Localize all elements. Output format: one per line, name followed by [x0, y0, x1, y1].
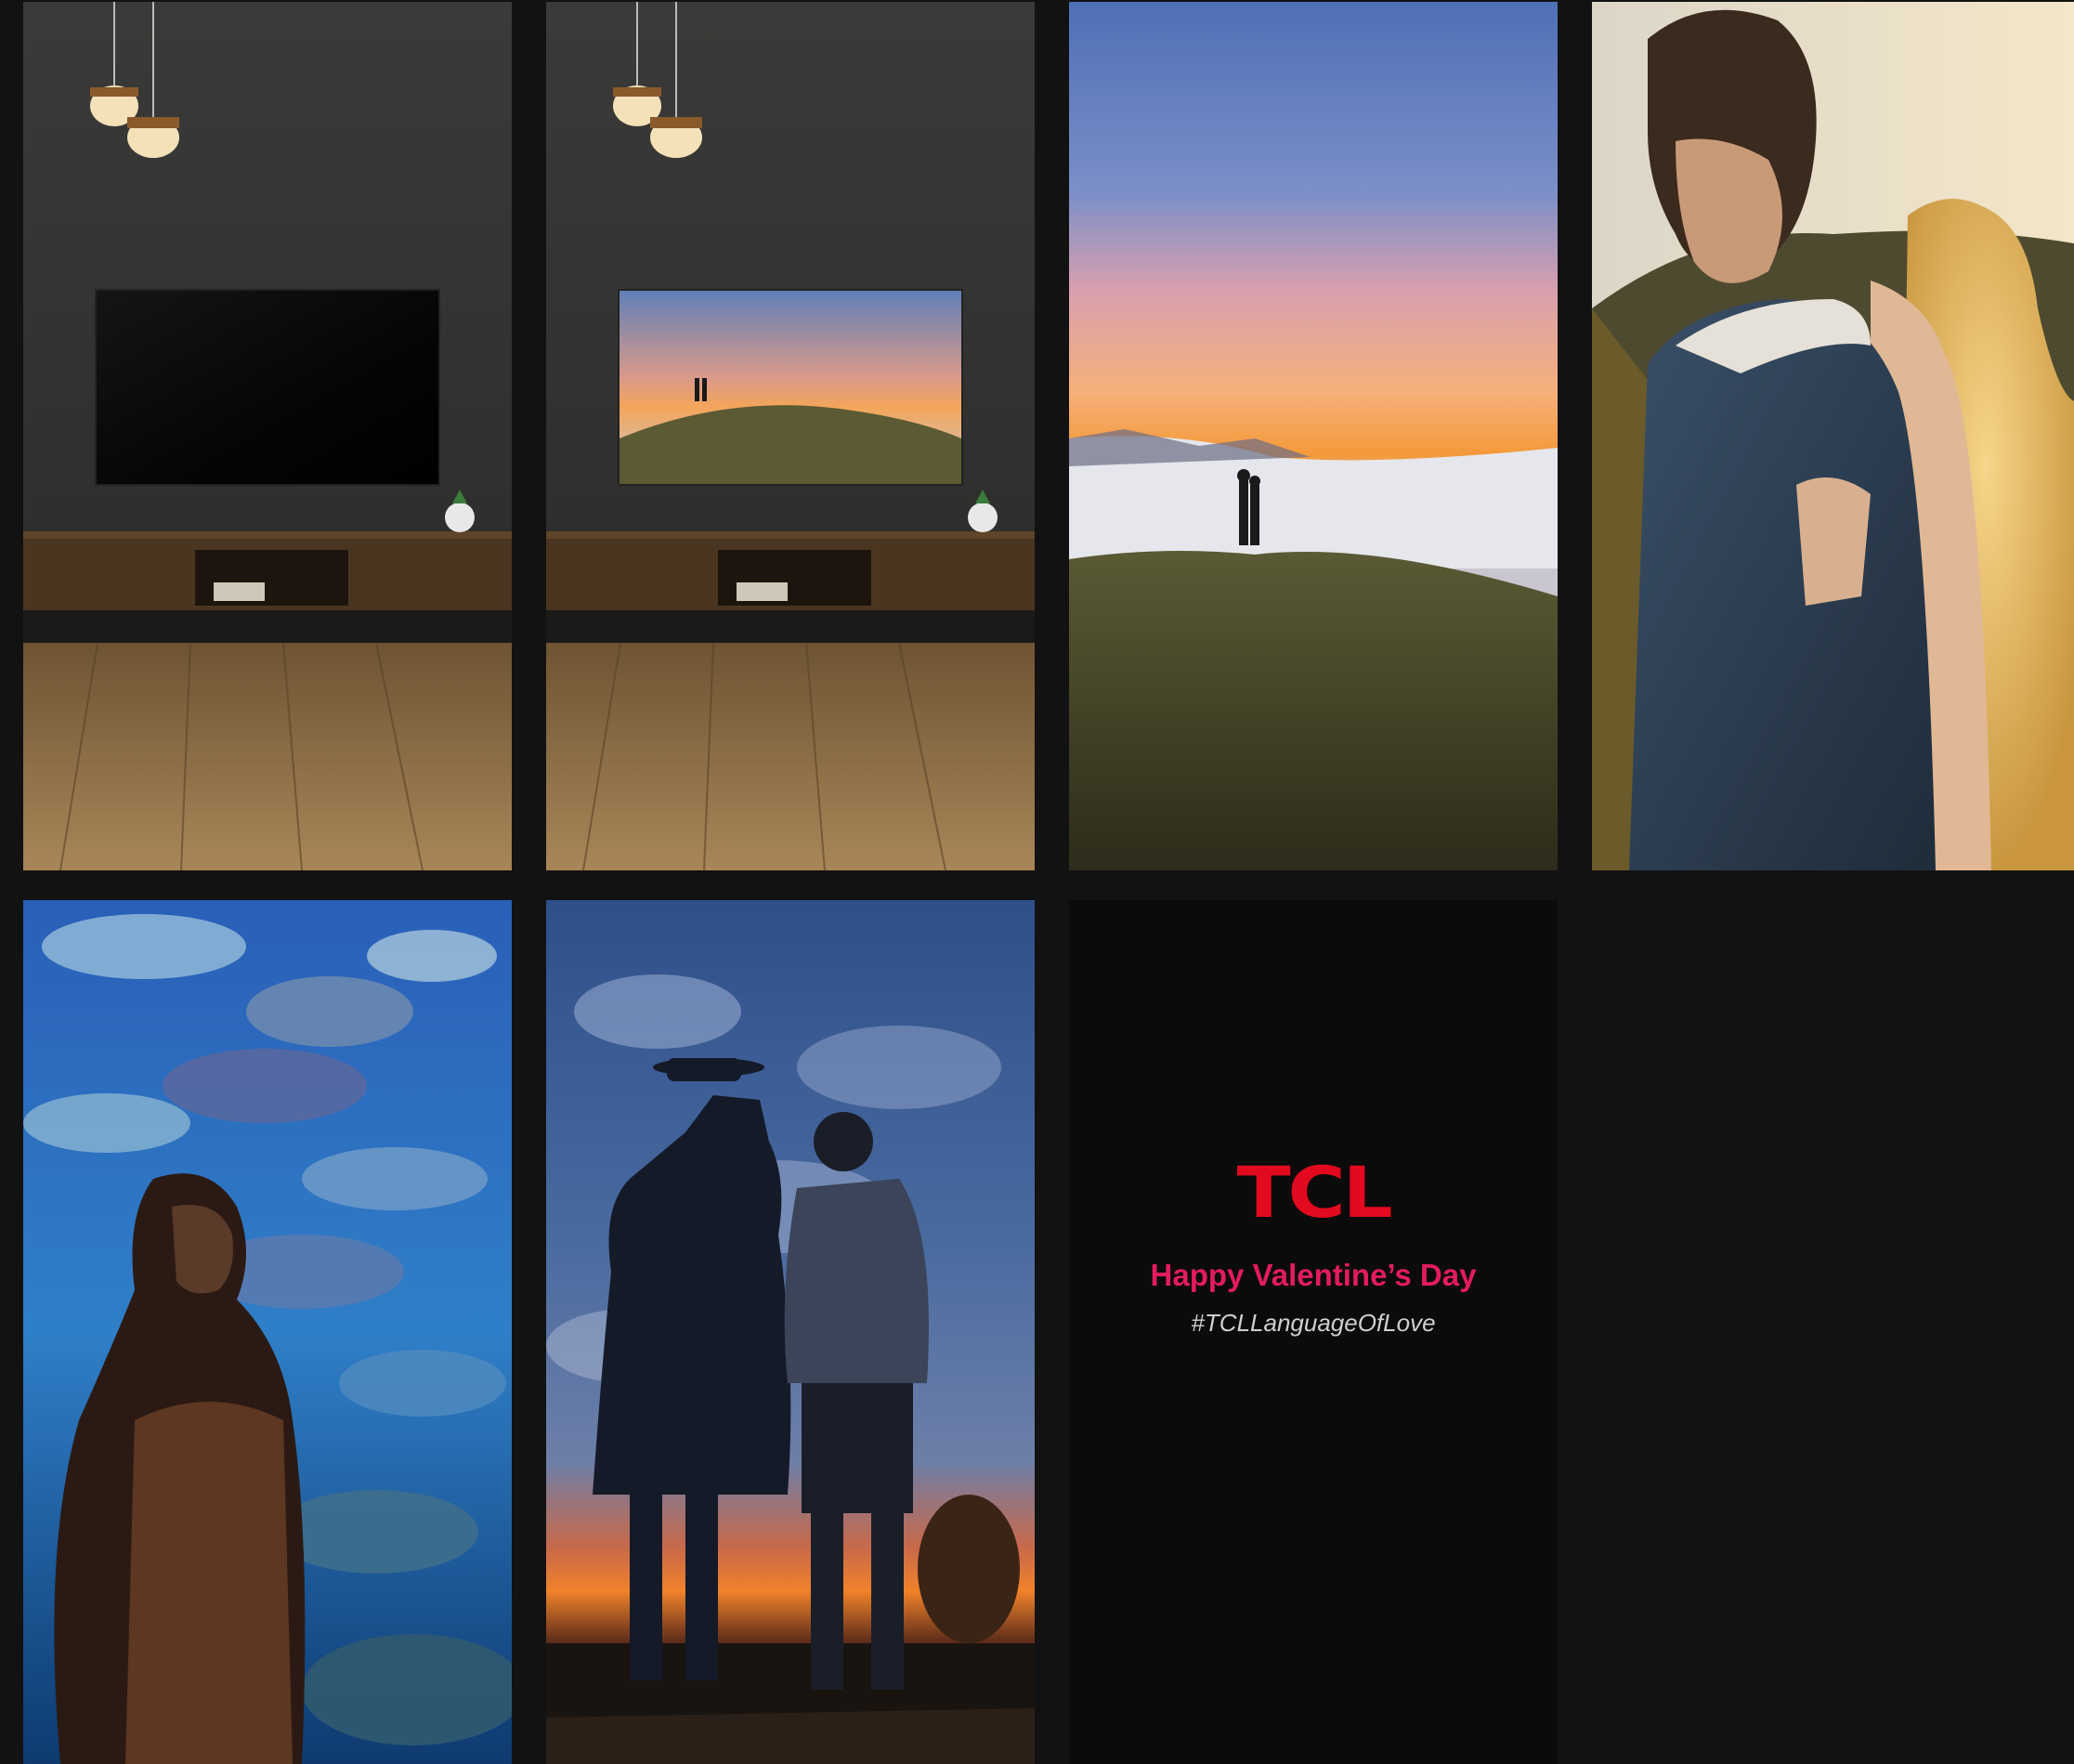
valentine-greeting: Happy Valentine’s Day	[1150, 1258, 1477, 1292]
living-room-tv-on-image	[546, 2, 1035, 870]
hashtag: #TCLLanguageOfLove	[1191, 1309, 1436, 1337]
valentine-card[interactable]: TCL Happy Valentine’s Day #TCLLanguageOf…	[1069, 900, 1558, 1764]
couple-above-clouds-image	[1069, 2, 1558, 870]
couple-silhouette-sunset-photo[interactable]	[546, 900, 1035, 1764]
couple-silhouette-sunset-image	[546, 900, 1035, 1764]
woman-aquarium-image	[23, 900, 512, 1764]
embracing-couple-sunset-photo[interactable]	[1592, 2, 2074, 870]
couple-above-clouds-photo[interactable]	[1069, 2, 1558, 870]
living-room-tv-off-photo[interactable]	[23, 2, 512, 870]
woman-aquarium-photo[interactable]	[23, 900, 512, 1764]
embracing-couple-sunset-image	[1592, 2, 2074, 870]
tcl-logo: TCL	[1236, 1151, 1393, 1234]
living-room-tv-off-image	[23, 2, 512, 870]
living-room-tv-on-photo[interactable]	[546, 2, 1035, 870]
